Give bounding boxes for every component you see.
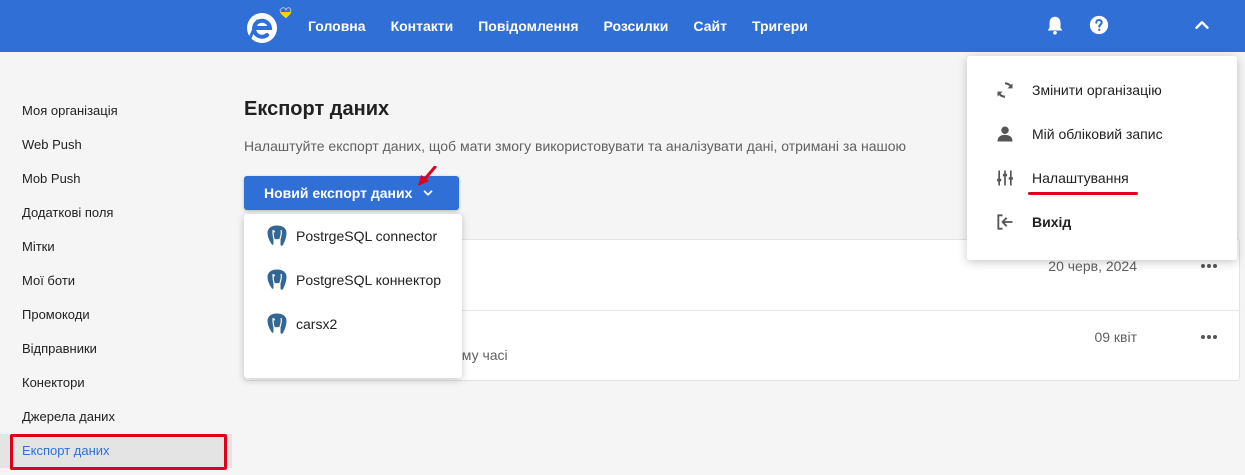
sync-icon — [997, 82, 1013, 98]
chevron-down-icon — [423, 190, 433, 196]
settings-sidebar: Моя організація Web Push Mob Push Додатк… — [0, 94, 232, 468]
dropdown-item-postrgesql-connector[interactable]: PostrgeSQL connector — [244, 214, 462, 258]
new-data-export-label: Новий експорт даних — [264, 185, 413, 201]
sidebar-item-data-sources[interactable]: Джерела даних — [0, 400, 232, 434]
page-title: Експорт даних — [244, 98, 390, 120]
logout-icon — [997, 214, 1013, 230]
menu-item-label: Налаштування — [1032, 170, 1129, 186]
dropdown-item-carsx2[interactable]: carsx2 — [244, 302, 462, 346]
sidebar-item-web-push[interactable]: Web Push — [0, 128, 232, 162]
sidebar-item-custom-fields[interactable]: Додаткові поля — [0, 196, 232, 230]
sidebar-item-mob-push[interactable]: Mob Push — [0, 162, 232, 196]
postgresql-icon — [266, 268, 288, 291]
row-date: 09 квіт — [1094, 329, 1137, 345]
row-note: ому часі — [454, 347, 508, 363]
export-type-dropdown: PostrgeSQL connector PostgreSQL коннекто… — [244, 214, 462, 378]
sliders-icon — [997, 170, 1013, 186]
sidebar-item-senders[interactable]: Відправники — [0, 332, 232, 366]
menu-item-logout[interactable]: Вихід — [967, 200, 1237, 244]
postgresql-icon — [266, 312, 288, 335]
sidebar-item-promo-codes[interactable]: Промокоди — [0, 298, 232, 332]
page-description: Налаштуйте експорт даних, щоб мати змогу… — [244, 138, 906, 154]
more-options-icon[interactable] — [1199, 258, 1219, 274]
menu-item-my-account[interactable]: Мій обліковий запис — [967, 112, 1237, 156]
user-menu: Змінити організацію Мій обліковий запис … — [967, 56, 1237, 260]
menu-item-switch-organization[interactable]: Змінити організацію — [967, 68, 1237, 112]
new-data-export-button[interactable]: Новий експорт даних — [244, 176, 459, 210]
sidebar-item-my-bots[interactable]: Мої боти — [0, 264, 232, 298]
postgresql-icon — [266, 224, 288, 247]
dropdown-item-label: PostgreSQL коннектор — [296, 272, 442, 288]
menu-item-label: Мій обліковий запис — [1032, 126, 1163, 142]
menu-item-settings[interactable]: Налаштування — [967, 156, 1237, 200]
sidebar-item-data-export[interactable]: Експорт даних — [0, 434, 232, 468]
sidebar-item-my-organization[interactable]: Моя організація — [0, 94, 232, 128]
row-date: 20 черв, 2024 — [1048, 258, 1137, 274]
dropdown-item-postgresql-connector-ua[interactable]: PostgreSQL коннектор — [244, 258, 462, 302]
menu-item-label: Вихід — [1032, 214, 1072, 230]
dropdown-item-label: PostrgeSQL connector — [296, 228, 438, 244]
sidebar-item-tags[interactable]: Мітки — [0, 230, 232, 264]
more-options-icon[interactable] — [1199, 329, 1219, 345]
dropdown-item-label: carsx2 — [296, 316, 338, 332]
menu-item-label: Змінити організацію — [1032, 82, 1162, 98]
sidebar-item-connectors[interactable]: Конектори — [0, 366, 232, 400]
person-icon — [997, 126, 1013, 142]
